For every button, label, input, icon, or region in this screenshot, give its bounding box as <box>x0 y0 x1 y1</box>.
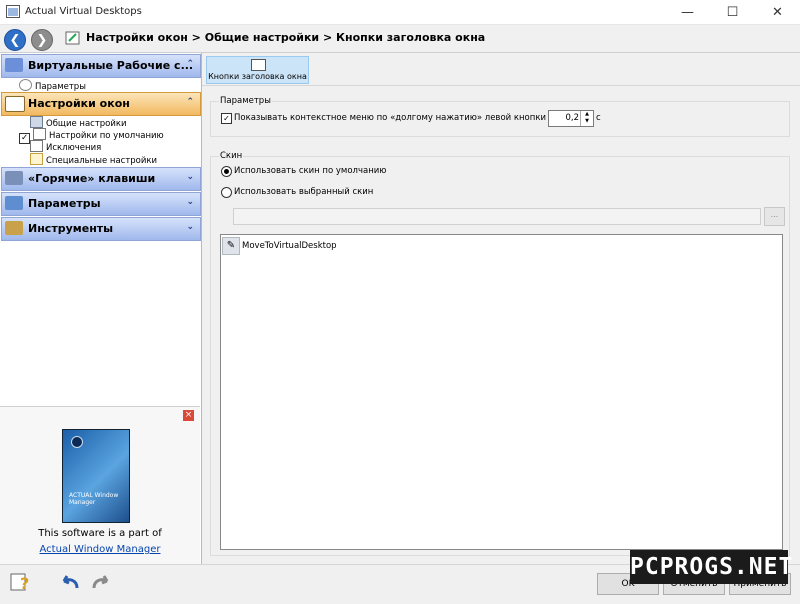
default-skin-radio[interactable] <box>221 166 232 177</box>
section-hotkeys[interactable]: «Горячие» клавиши ⌄ <box>1 167 201 191</box>
delay-unit: с <box>596 113 601 123</box>
sidebar-item-general-settings[interactable]: Общие настройки <box>30 116 127 129</box>
breadcrumb: Настройки окон > Общие настройки > Кнопк… <box>86 31 486 44</box>
help-icon[interactable]: ? <box>10 572 32 592</box>
watermark: PCPROGS.NET <box>630 550 792 584</box>
svg-text:?: ? <box>20 574 29 592</box>
section-label: Инструменты <box>28 222 114 235</box>
section-parameters[interactable]: Параметры ⌄ <box>1 192 201 216</box>
product-logo-icon <box>71 436 83 448</box>
window-icon <box>33 128 46 140</box>
params-group-title: Параметры <box>219 96 272 106</box>
list-item-label: MoveToVirtualDesktop <box>242 241 337 251</box>
sidebar-item-parameters[interactable]: Параметры <box>19 79 86 92</box>
window-titlebar-icon <box>251 59 266 71</box>
product-box-image: ACTUAL Window Manager <box>62 429 130 523</box>
chevron-up-icon: ⌃ <box>186 97 194 107</box>
section-label: «Горячие» клавиши <box>28 172 156 185</box>
title-buttons-tab[interactable]: Кнопки заголовка окна <box>206 56 309 84</box>
tab-label: Кнопки заголовка окна <box>208 72 307 81</box>
delay-value: 0,2 <box>565 113 579 123</box>
chevron-down-icon: ⌄ <box>186 197 194 207</box>
maximize-button[interactable]: ☐ <box>710 0 755 24</box>
close-button[interactable]: ✕ <box>755 0 800 24</box>
skin-icon: ✎ <box>222 237 240 255</box>
virtual-desktops-icon <box>5 58 23 72</box>
window-title: Actual Virtual Desktops <box>25 6 142 17</box>
spin-arrows-icon[interactable]: ▲ ▼ <box>580 111 593 126</box>
redo-icon[interactable] <box>90 572 112 592</box>
chevron-up-icon: ⌃ <box>186 59 194 69</box>
default-skin-label: Использовать скин по умолчанию <box>234 166 387 176</box>
general-settings-icon <box>30 116 43 128</box>
section-virtual-desktops[interactable]: Виртуальные Рабочие с... ⌃ <box>1 54 201 78</box>
browse-button[interactable]: ... <box>764 207 785 226</box>
checkbox-icon[interactable]: ✓ <box>19 133 30 144</box>
gear-icon <box>19 79 32 91</box>
sidebar-item-exclusions[interactable]: Исключения <box>30 140 101 153</box>
tools-icon <box>5 221 23 235</box>
sidebar-item-special-settings[interactable]: Специальные настройки <box>30 153 157 166</box>
keyboard-icon <box>5 171 23 185</box>
context-menu-checkbox[interactable]: ✓ <box>221 113 232 124</box>
skin-path-input[interactable] <box>233 208 761 225</box>
chevron-down-icon: ⌄ <box>186 172 194 182</box>
exclusions-icon <box>30 140 43 152</box>
promo-close-icon[interactable]: × <box>183 410 194 421</box>
promo-text: This software is a part of <box>38 528 162 539</box>
promo-link[interactable]: Actual Window Manager <box>0 544 200 555</box>
custom-skin-radio[interactable] <box>221 187 232 198</box>
special-settings-icon <box>30 153 43 165</box>
settings-page-icon <box>65 31 80 45</box>
back-icon[interactable]: ❮ <box>4 29 26 51</box>
parameters-icon <box>5 196 23 210</box>
skin-list[interactable] <box>220 234 783 550</box>
section-label: Параметры <box>28 197 101 210</box>
forward-icon[interactable]: ❯ <box>31 29 53 51</box>
app-icon <box>6 5 20 18</box>
context-menu-label: Показывать контекстное меню по «долгому … <box>234 113 576 123</box>
window-settings-icon <box>5 96 25 112</box>
skin-group-title: Скин <box>219 151 244 161</box>
section-window-settings[interactable]: Настройки окон ⌃ <box>1 92 201 116</box>
section-label: Настройки окон <box>28 97 130 110</box>
custom-skin-label: Использовать выбранный скин <box>234 187 374 197</box>
section-label: Виртуальные Рабочие с... <box>28 59 194 72</box>
section-tools[interactable]: Инструменты ⌄ <box>1 217 201 241</box>
sidebar-item-default-settings[interactable]: ✓ Настройки по умолчанию <box>19 128 164 144</box>
undo-icon[interactable] <box>59 572 81 592</box>
chevron-down-icon: ⌄ <box>186 222 194 232</box>
delay-spinbox[interactable]: 0,2 ▲ ▼ <box>548 110 594 127</box>
minimize-button[interactable]: — <box>665 0 710 24</box>
product-box-text: ACTUAL Window Manager <box>69 492 119 506</box>
